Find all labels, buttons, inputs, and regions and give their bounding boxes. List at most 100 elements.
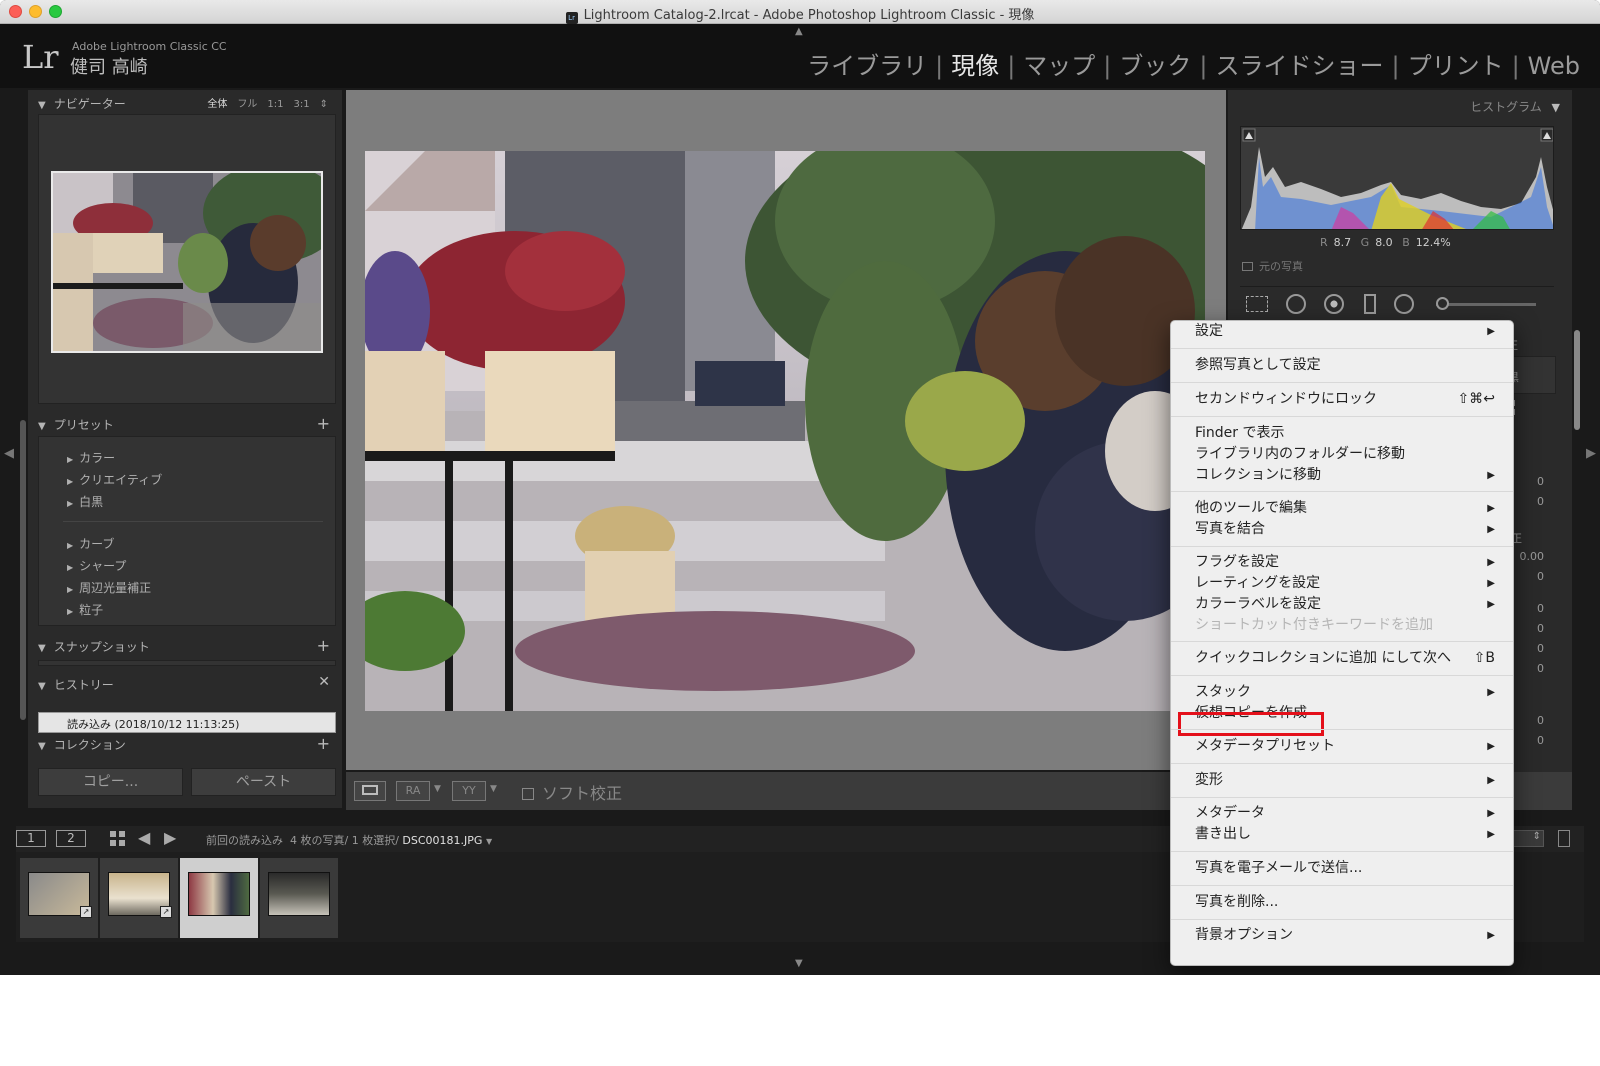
loupe-view-button[interactable] — [354, 781, 386, 801]
menu-item-edit-in[interactable]: 他のツールで編集 ▶ — [1195, 498, 1501, 519]
menu-item-set-flag[interactable]: フラグを設定 ▶ — [1195, 552, 1501, 573]
zoom-3-1[interactable]: 3:1 — [294, 99, 310, 110]
adjust-value: 0 — [1537, 622, 1544, 635]
preset-folder-grain[interactable]: ▶ 粒子 — [67, 601, 103, 618]
menu-item-metadata-presets[interactable]: メタデータプリセット ▶ — [1195, 736, 1501, 757]
crop-tool-icon[interactable] — [1246, 296, 1268, 312]
menu-item-go-to-collection[interactable]: コレクションに移動 ▶ — [1195, 465, 1501, 486]
main-window-button[interactable]: 1 — [16, 830, 46, 847]
radial-filter-icon[interactable] — [1394, 294, 1414, 314]
module-book[interactable]: ブック — [1113, 52, 1197, 80]
menu-item-add-quick-collection-next[interactable]: クイックコレクションに追加 にして次へ ⇧B — [1195, 648, 1501, 669]
red-eye-icon[interactable] — [1324, 294, 1344, 314]
module-develop[interactable]: 現像 — [945, 52, 1005, 80]
copy-settings-button[interactable]: コピー... — [38, 768, 183, 796]
before-after-yy-button[interactable]: YY — [452, 781, 486, 801]
left-panel-scrollbar[interactable] — [20, 420, 26, 720]
menu-item-show-in-finder[interactable]: Finder で表示 — [1195, 423, 1501, 444]
collapse-filmstrip-icon[interactable]: ▼ — [795, 958, 803, 969]
original-photo-checkbox[interactable] — [1242, 262, 1253, 271]
module-map[interactable]: マップ — [1017, 52, 1101, 80]
collapse-top-panel-icon[interactable]: ▲ — [795, 26, 803, 37]
brush-slider-handle[interactable] — [1436, 297, 1449, 310]
menu-item-transform[interactable]: 変形 ▶ — [1195, 770, 1501, 791]
filmstrip-thumb-selected[interactable] — [180, 858, 258, 938]
preset-folder-label: 白黒 — [79, 495, 104, 509]
menu-item-export[interactable]: 書き出し ▶ — [1195, 824, 1501, 845]
identity-plate: ▲ Lr Adobe Lightroom Classic CC 健司 高崎 ライ… — [0, 24, 1600, 88]
module-slideshow[interactable]: スライドショー — [1209, 52, 1389, 80]
menu-item-background-options[interactable]: 背景オプション ▶ — [1195, 925, 1501, 946]
right-panel-scrollbar[interactable] — [1574, 330, 1580, 430]
chevron-down-icon[interactable]: ▼ — [490, 784, 497, 794]
histogram-header[interactable]: ヒストグラム ▼ — [1470, 98, 1560, 115]
filmstrip-source[interactable]: 前回の読み込み 4 枚の写真/ 1 枚選択/ DSC00181.JPG ▼ — [206, 832, 492, 848]
main-photo[interactable] — [365, 151, 1205, 711]
menu-item-label: レーティングを設定 — [1195, 575, 1321, 591]
submenu-arrow-icon: ▶ — [1487, 599, 1495, 610]
menu-item-stack[interactable]: スタック ▶ — [1195, 682, 1501, 703]
collections-header[interactable]: ▼ コレクション — [38, 736, 126, 753]
snapshots-header[interactable]: ▼ スナップショット — [38, 638, 150, 655]
zoom-fit[interactable]: 全体 — [207, 99, 227, 110]
collapse-right-panel-icon[interactable]: ▶ — [1586, 446, 1596, 461]
soft-proof-checkbox[interactable] — [522, 788, 534, 800]
clear-history-icon[interactable]: ✕ — [318, 674, 330, 690]
stepper-icon: ⇕ — [1532, 831, 1541, 842]
menu-item-settings[interactable]: 設定 ▶ — [1195, 321, 1501, 342]
graduated-filter-icon[interactable] — [1364, 294, 1376, 314]
paste-settings-button[interactable]: ペースト — [191, 768, 336, 796]
module-web[interactable]: Web — [1522, 52, 1586, 80]
preset-folder-color[interactable]: ▶ カラー — [67, 449, 115, 466]
preset-folder-label: シャープ — [79, 559, 127, 573]
menu-item-photo-merge[interactable]: 写真を結合 ▶ — [1195, 519, 1501, 540]
preset-folder-sharpen[interactable]: ▶ シャープ — [67, 557, 126, 574]
brush-slider[interactable] — [1436, 303, 1536, 306]
filmstrip-thumb[interactable]: ↗ — [100, 858, 178, 938]
submenu-arrow-icon: ▶ — [1487, 524, 1495, 535]
preset-folder-creative[interactable]: ▶ クリエイティブ — [67, 471, 162, 488]
submenu-arrow-icon: ▶ — [1487, 503, 1495, 514]
forward-arrow-icon[interactable]: ▶ — [164, 828, 176, 847]
basic-value: 0 — [1537, 475, 1544, 488]
presets-header[interactable]: ▼ プリセット — [38, 416, 114, 433]
filter-lock-icon[interactable] — [1558, 830, 1570, 847]
submenu-arrow-icon: ▶ — [1487, 829, 1495, 840]
zoom-1-1[interactable]: 1:1 — [267, 99, 283, 110]
original-photo-toggle[interactable]: 元の写真 — [1242, 258, 1303, 274]
menu-item-go-to-folder[interactable]: ライブラリ内のフォルダーに移動 — [1195, 444, 1501, 465]
chevron-down-icon[interactable]: ▼ — [434, 784, 441, 794]
histogram[interactable] — [1240, 126, 1554, 230]
module-library[interactable]: ライブラリ — [801, 52, 933, 80]
second-window-button[interactable]: 2 — [56, 830, 86, 847]
zoom-fill[interactable]: フル — [237, 99, 257, 110]
grid-view-icon[interactable] — [110, 831, 126, 847]
add-collection-icon[interactable]: + — [317, 734, 330, 753]
filmstrip-thumb[interactable] — [260, 858, 338, 938]
collapse-left-panel-icon[interactable]: ◀ — [4, 446, 14, 461]
add-snapshot-icon[interactable]: + — [317, 636, 330, 655]
menu-item-metadata[interactable]: メタデータ ▶ — [1195, 803, 1501, 824]
add-preset-icon[interactable]: + — [317, 414, 330, 433]
menu-item-delete-photo[interactable]: 写真を削除... — [1195, 892, 1501, 913]
before-after-ra-button[interactable]: RA — [396, 781, 430, 801]
zoom-stepper-icon[interactable]: ⇕ — [320, 99, 328, 110]
history-header[interactable]: ▼ ヒストリー — [38, 676, 114, 693]
preset-folder-bw[interactable]: ▶ 白黒 — [67, 493, 103, 510]
preset-folder-vignette[interactable]: ▶ 周辺光量補正 — [67, 579, 151, 596]
history-entry[interactable]: 読み込み (2018/10/12 11:13:25) — [38, 712, 336, 733]
menu-item-set-color-label[interactable]: カラーラベルを設定 ▶ — [1195, 594, 1501, 615]
menu-item-email-photo[interactable]: 写真を電子メールで送信... — [1195, 858, 1501, 879]
soft-proof-toggle[interactable]: ソフト校正 — [522, 780, 622, 804]
navigator-header[interactable]: ▼ ナビゲーター — [38, 95, 126, 112]
collapse-triangle-icon: ▼ — [38, 741, 46, 752]
spot-removal-icon[interactable] — [1286, 294, 1306, 314]
module-print[interactable]: プリント — [1402, 52, 1510, 80]
back-arrow-icon[interactable]: ◀ — [138, 828, 150, 847]
menu-item-set-rating[interactable]: レーティングを設定 ▶ — [1195, 573, 1501, 594]
navigator-thumbnail[interactable] — [51, 171, 323, 353]
preset-folder-curve[interactable]: ▶ カーブ — [67, 535, 114, 552]
menu-item-lock-second-window[interactable]: セカンドウィンドウにロック ⇧⌘↩ — [1195, 389, 1501, 410]
menu-item-set-reference[interactable]: 参照写真として設定 — [1195, 355, 1501, 376]
filmstrip-thumb[interactable]: ↗ — [20, 858, 98, 938]
